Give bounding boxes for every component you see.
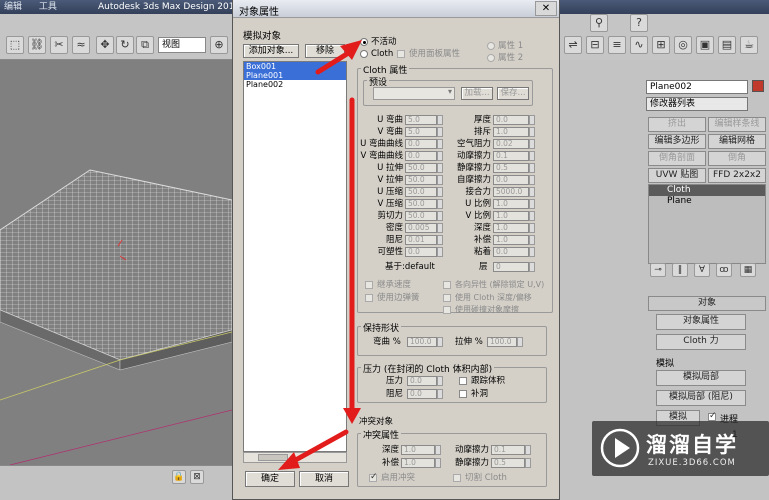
tutorial-arrows — [278, 40, 362, 470]
arrow-head — [278, 452, 300, 470]
arrow-to-inactive — [315, 49, 353, 75]
arrow-head — [343, 408, 361, 424]
arrow-to-ok — [289, 429, 349, 465]
